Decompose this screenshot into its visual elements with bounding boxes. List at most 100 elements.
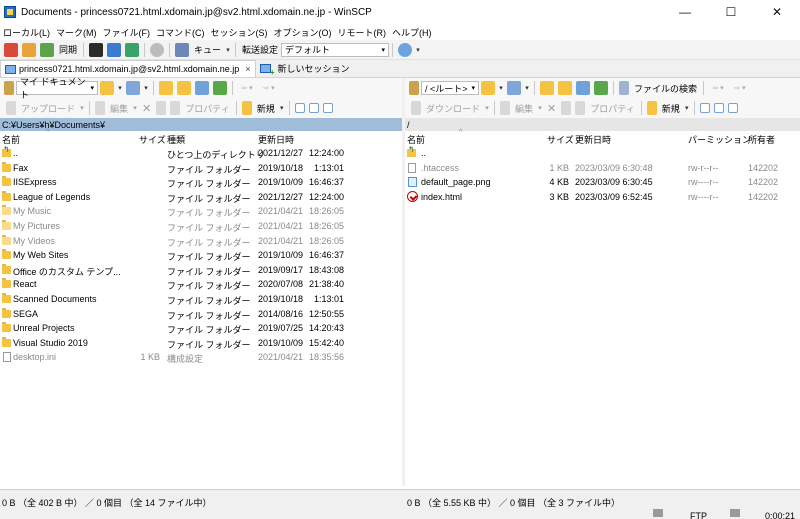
edit-dropdown-icon[interactable]: ▾ — [131, 104, 139, 112]
menu-options[interactable]: オプション(O) — [271, 26, 335, 39]
minimize-button[interactable]: — — [662, 0, 708, 24]
upload-dropdown-icon[interactable]: ▾ — [78, 104, 86, 112]
maximize-button[interactable]: ☐ — [708, 0, 754, 24]
menu-help[interactable]: ヘルプ(H) — [389, 26, 435, 39]
unselect-icon[interactable] — [713, 103, 724, 113]
forward-icon[interactable]: ⇨ ▾ — [729, 84, 751, 92]
filter-dropdown-icon[interactable]: ▾ — [142, 84, 150, 92]
file-row[interactable]: React ファイル フォルダー 2020/07/08 21:38:40 — [0, 277, 402, 292]
new-button[interactable]: 新規 — [662, 102, 680, 115]
filter-icon[interactable] — [507, 81, 521, 95]
find-files-icon[interactable] — [619, 81, 629, 95]
root-directory-icon[interactable] — [177, 81, 191, 95]
tab-new-session[interactable]: 新しいセッション — [256, 60, 354, 77]
menu-remote[interactable]: リモート(R) — [335, 26, 390, 39]
select-all-icon[interactable] — [699, 103, 710, 113]
edit-button[interactable]: 編集 — [515, 102, 533, 115]
parent-directory-icon[interactable] — [159, 81, 173, 95]
upload-icon[interactable] — [6, 101, 16, 115]
file-row[interactable]: index.html 3 KB 2023/03/09 6:52:45 rw----r-… — [405, 190, 800, 205]
menu-mark[interactable]: マーク(M) — [53, 26, 100, 39]
edit-dropdown-icon[interactable]: ▾ — [536, 104, 544, 112]
download-icon[interactable] — [411, 101, 421, 115]
new-dropdown-icon[interactable]: ▾ — [278, 104, 286, 112]
file-row[interactable]: .. — [405, 145, 800, 161]
col-permissions-header[interactable]: パーミッション — [688, 133, 751, 146]
menu-file[interactable]: ファイル(F) — [100, 26, 154, 39]
file-row[interactable]: SEGA ファイル フォルダー 2014/08/16 12:50:55 — [0, 307, 402, 322]
open-folder-icon[interactable] — [481, 81, 495, 95]
sessions-icon[interactable] — [107, 42, 122, 57]
properties-icon[interactable] — [575, 101, 586, 115]
forward-icon[interactable]: ⇨ ▾ — [258, 84, 280, 92]
edit-icon[interactable] — [500, 101, 511, 115]
delete-icon[interactable]: ✕ — [547, 102, 556, 115]
new-button[interactable]: 新規 — [257, 102, 275, 115]
file-row[interactable]: Fax ファイル フォルダー 2019/10/18 1:13:01 — [0, 161, 402, 176]
file-row[interactable]: .htaccess 1 KB 2023/03/09 6:30:48 rw-r--r--… — [405, 161, 800, 176]
col-size-header[interactable]: サイズ — [139, 133, 166, 146]
file-row[interactable]: Unreal Projects ファイル フォルダー 2019/07/25 14:20… — [0, 321, 402, 336]
file-row[interactable]: My Web Sites ファイル フォルダー 2019/10/09 16:46:37 — [0, 248, 402, 263]
queue-button[interactable]: キュー — [194, 43, 221, 56]
back-icon[interactable]: ⇦ ▾ — [236, 84, 258, 92]
properties-button[interactable]: プロパティ — [185, 102, 229, 115]
menu-command[interactable]: コマンド(C) — [153, 26, 208, 39]
properties-icon[interactable] — [170, 101, 181, 115]
col-type-header[interactable]: 種類 — [167, 133, 185, 146]
file-row[interactable]: My Pictures ファイル フォルダー 2021/04/21 18:26:05 — [0, 219, 402, 234]
file-row[interactable]: My Videos ファイル フォルダー 2021/04/21 18:26:05 — [0, 234, 402, 249]
synchronize-button[interactable]: 同期 — [59, 43, 77, 56]
properties-button[interactable]: プロパティ — [590, 102, 634, 115]
new-icon[interactable] — [646, 101, 657, 115]
close-button[interactable]: ✕ — [754, 0, 800, 24]
rename-icon[interactable] — [156, 101, 167, 115]
parent-directory-icon[interactable] — [540, 81, 554, 95]
col-modified-header[interactable]: 更新日時 — [258, 133, 294, 146]
open-folder-dropdown-icon[interactable]: ▾ — [116, 84, 124, 92]
col-size-header[interactable]: サイズ — [547, 133, 574, 146]
queue-icon[interactable] — [175, 42, 190, 57]
file-row[interactable]: My Music ファイル フォルダー 2021/04/21 18:26:05 — [0, 204, 402, 219]
open-folder-icon[interactable] — [100, 81, 114, 95]
file-row[interactable]: desktop.ini 1 KB 構成設定 2021/04/21 18:35:56 — [0, 350, 402, 365]
filter-dropdown-icon[interactable]: ▾ — [523, 84, 531, 92]
compare-directories-icon[interactable] — [4, 42, 18, 57]
local-location-select[interactable]: マイ ドキュメント ▾ — [16, 77, 98, 100]
delete-icon[interactable]: ✕ — [142, 102, 151, 115]
file-row[interactable]: default_page.png 4 KB 2023/03/09 6:30:45 rw… — [405, 175, 800, 190]
refresh-icon[interactable] — [213, 81, 227, 95]
file-row[interactable]: Office のカスタム テンプ... ファイル フォルダー 2019/09/17 1… — [0, 263, 402, 278]
sync-browsing-icon[interactable] — [22, 42, 36, 57]
file-row[interactable]: Scanned Documents ファイル フォルダー 2019/10/18 1:1… — [0, 292, 402, 307]
remote-location-select[interactable]: / <ルート> ▾ — [421, 81, 479, 95]
menu-session[interactable]: セッション(S) — [208, 26, 271, 39]
synchronize-icon[interactable] — [40, 42, 54, 57]
putty-icon[interactable] — [125, 42, 140, 57]
remote-path-bar[interactable]: / — [405, 118, 800, 131]
file-row[interactable]: .. ひとつ上のディレクトリ2021/12/27 12:24:00 — [0, 145, 402, 161]
home-icon[interactable] — [576, 81, 590, 95]
filter-icon[interactable] — [126, 81, 140, 95]
file-row[interactable]: League of Legends ファイル フォルダー 2021/12/27 12:… — [0, 190, 402, 205]
unselect-icon[interactable] — [308, 103, 319, 113]
transfer-settings-select[interactable]: デフォルト ▾ — [281, 42, 390, 57]
edit-button[interactable]: 編集 — [110, 102, 128, 115]
menu-local[interactable]: ローカル(L) — [0, 26, 53, 39]
file-row[interactable]: Visual Studio 2019 ファイル フォルダー 2019/10/09 15… — [0, 336, 402, 351]
back-icon[interactable]: ⇦ ▾ — [707, 84, 729, 92]
gear-icon[interactable] — [150, 42, 165, 57]
terminal-icon[interactable] — [89, 42, 104, 57]
refresh-icon[interactable] — [594, 81, 608, 95]
globe-icon[interactable] — [398, 42, 413, 57]
find-files-button[interactable]: ファイルの検索 — [634, 82, 697, 95]
col-modified-header[interactable]: 更新日時 — [575, 133, 611, 146]
filter-select-icon[interactable] — [727, 103, 738, 113]
col-owner-header[interactable]: 所有者 — [748, 133, 775, 146]
filter-select-icon[interactable] — [322, 103, 333, 113]
root-directory-icon[interactable] — [558, 81, 572, 95]
edit-icon[interactable] — [95, 101, 106, 115]
tab-close-icon[interactable]: × — [245, 64, 250, 74]
select-all-icon[interactable] — [294, 103, 305, 113]
upload-button[interactable]: アップロード — [21, 102, 75, 115]
